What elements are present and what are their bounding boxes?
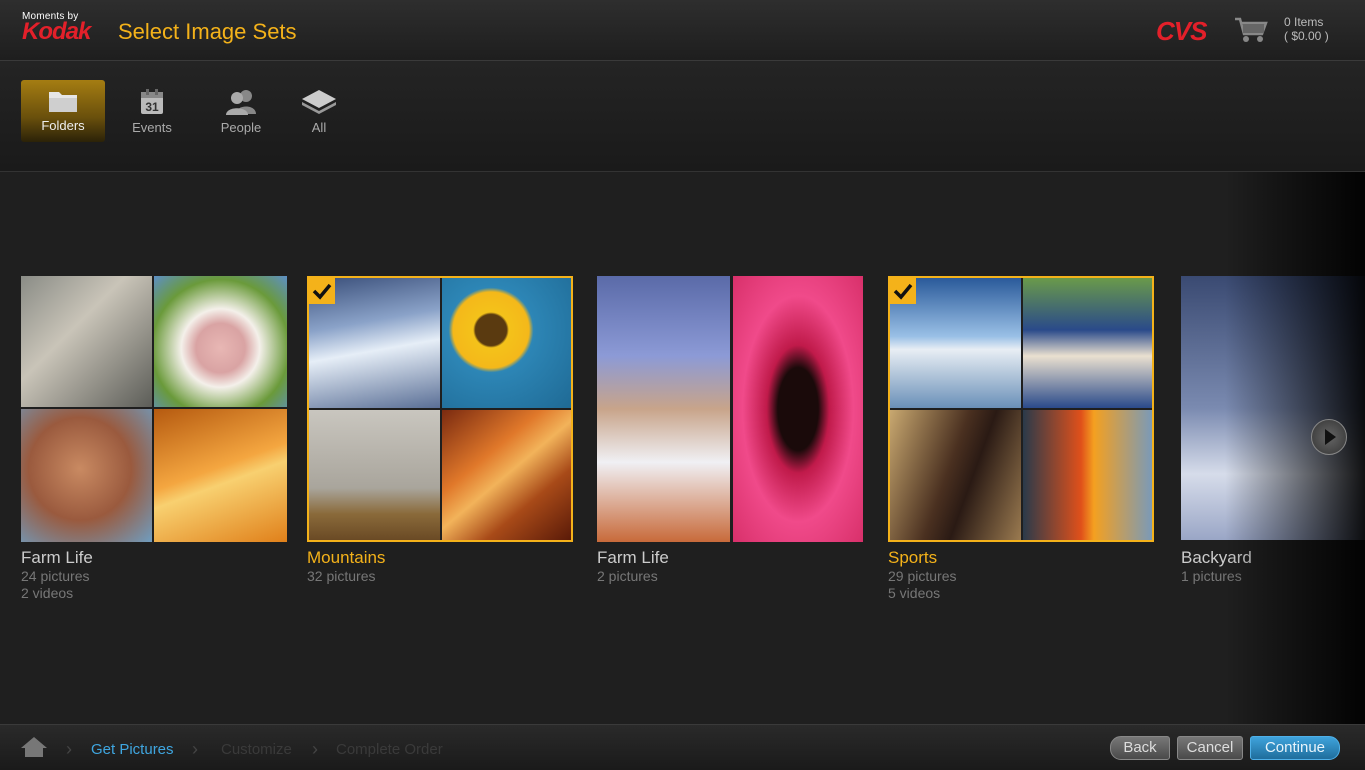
checkmark-icon[interactable] — [309, 278, 335, 304]
set-picture-count: 29 pictures — [888, 568, 957, 584]
thumbnail-crying-baby — [21, 409, 152, 542]
cart-icon[interactable] — [1234, 16, 1268, 44]
thumbnail-canyon — [442, 410, 571, 540]
view-filter-bar: Folders 31 Events People All — [0, 61, 1365, 172]
image-set-card[interactable]: Sports 29 pictures 5 videos — [888, 276, 1154, 602]
thumbnail-snowy-tree — [1181, 276, 1365, 540]
breadcrumb-complete-order: Complete Order — [336, 741, 443, 758]
set-title: Mountains — [307, 548, 386, 567]
set-title: Farm Life — [21, 548, 93, 567]
continue-button[interactable]: Continue — [1250, 736, 1340, 760]
thumbnail-man-drinking — [890, 410, 1021, 540]
tab-events[interactable]: 31 Events — [110, 80, 194, 142]
thumbnail-sunflower — [442, 278, 571, 408]
thumbnail-firefighter — [1023, 410, 1152, 540]
checkmark-icon[interactable] — [890, 278, 916, 304]
calendar-day: 31 — [145, 100, 159, 114]
set-title: Backyard — [1181, 548, 1252, 567]
thumbnail-softball-team — [1023, 278, 1152, 408]
app-header: Moments by Kodak Select Image Sets CVS 0… — [0, 0, 1365, 61]
tab-label: Folders — [41, 118, 85, 133]
brand-name: Kodak — [22, 18, 91, 45]
breadcrumb-customize: Customize — [221, 741, 292, 758]
next-arrow-icon[interactable] — [1311, 419, 1347, 455]
page-title: Select Image Sets — [118, 19, 297, 44]
folder-icon — [49, 92, 77, 112]
cart-items: 0 Items — [1284, 15, 1324, 29]
tab-folders[interactable]: Folders — [21, 80, 105, 142]
image-set-card[interactable]: Farm Life 24 pictures 2 videos — [21, 276, 287, 602]
home-icon[interactable] — [20, 736, 48, 758]
set-picture-count: 24 pictures — [21, 568, 90, 584]
calendar-icon: 31 — [141, 89, 163, 114]
stack-icon — [302, 90, 336, 114]
set-picture-count: 2 pictures — [597, 568, 658, 584]
cart-total: ( $0.00 ) — [1284, 29, 1329, 43]
tab-label: Events — [132, 120, 172, 135]
back-button[interactable]: Back — [1110, 736, 1170, 760]
people-icon — [226, 90, 256, 115]
cancel-button[interactable]: Cancel — [1177, 736, 1243, 760]
thumbnail-grid[interactable] — [888, 276, 1154, 542]
thumbnail-pink-flower — [733, 276, 863, 542]
image-set-card[interactable]: Mountains 32 pictures — [307, 276, 573, 585]
kodak-logo: Moments by Kodak — [22, 11, 91, 45]
breadcrumb-get-pictures[interactable]: Get Pictures — [91, 741, 174, 758]
set-video-count: 5 videos — [888, 585, 941, 601]
thumbnail-boy-keyboard — [597, 276, 730, 542]
set-title: Sports — [888, 548, 938, 567]
chevron-right-icon: › — [192, 739, 198, 759]
thumbnail-desert-road — [154, 409, 287, 542]
footer-bar: › Get Pictures › Customize › Complete Or… — [0, 724, 1365, 770]
chevron-right-icon: › — [312, 739, 318, 759]
cvs-logo: CVS — [1156, 16, 1207, 46]
thumbnail-grid[interactable] — [1181, 276, 1365, 542]
tab-all[interactable]: All — [277, 80, 361, 142]
thumbnail-grid[interactable] — [307, 276, 573, 542]
thumbnail-grid[interactable] — [597, 276, 863, 542]
thumbnail-cow — [154, 276, 287, 407]
chevron-right-icon: › — [66, 739, 72, 759]
image-set-card[interactable]: Farm Life 2 pictures — [597, 276, 863, 585]
tab-label: All — [311, 120, 327, 135]
set-title: Farm Life — [597, 548, 669, 567]
set-picture-count: 32 pictures — [307, 568, 376, 584]
tab-label: People — [220, 120, 262, 135]
thumbnail-foggy-tree — [309, 410, 440, 540]
set-picture-count: 1 pictures — [1181, 568, 1242, 584]
thumbnail-cyclists — [21, 276, 152, 407]
set-video-count: 2 videos — [21, 585, 74, 601]
tab-people[interactable]: People — [199, 80, 283, 142]
cart-summary[interactable]: 0 Items ( $0.00 ) — [1284, 15, 1329, 43]
thumbnail-grid[interactable] — [21, 276, 287, 542]
